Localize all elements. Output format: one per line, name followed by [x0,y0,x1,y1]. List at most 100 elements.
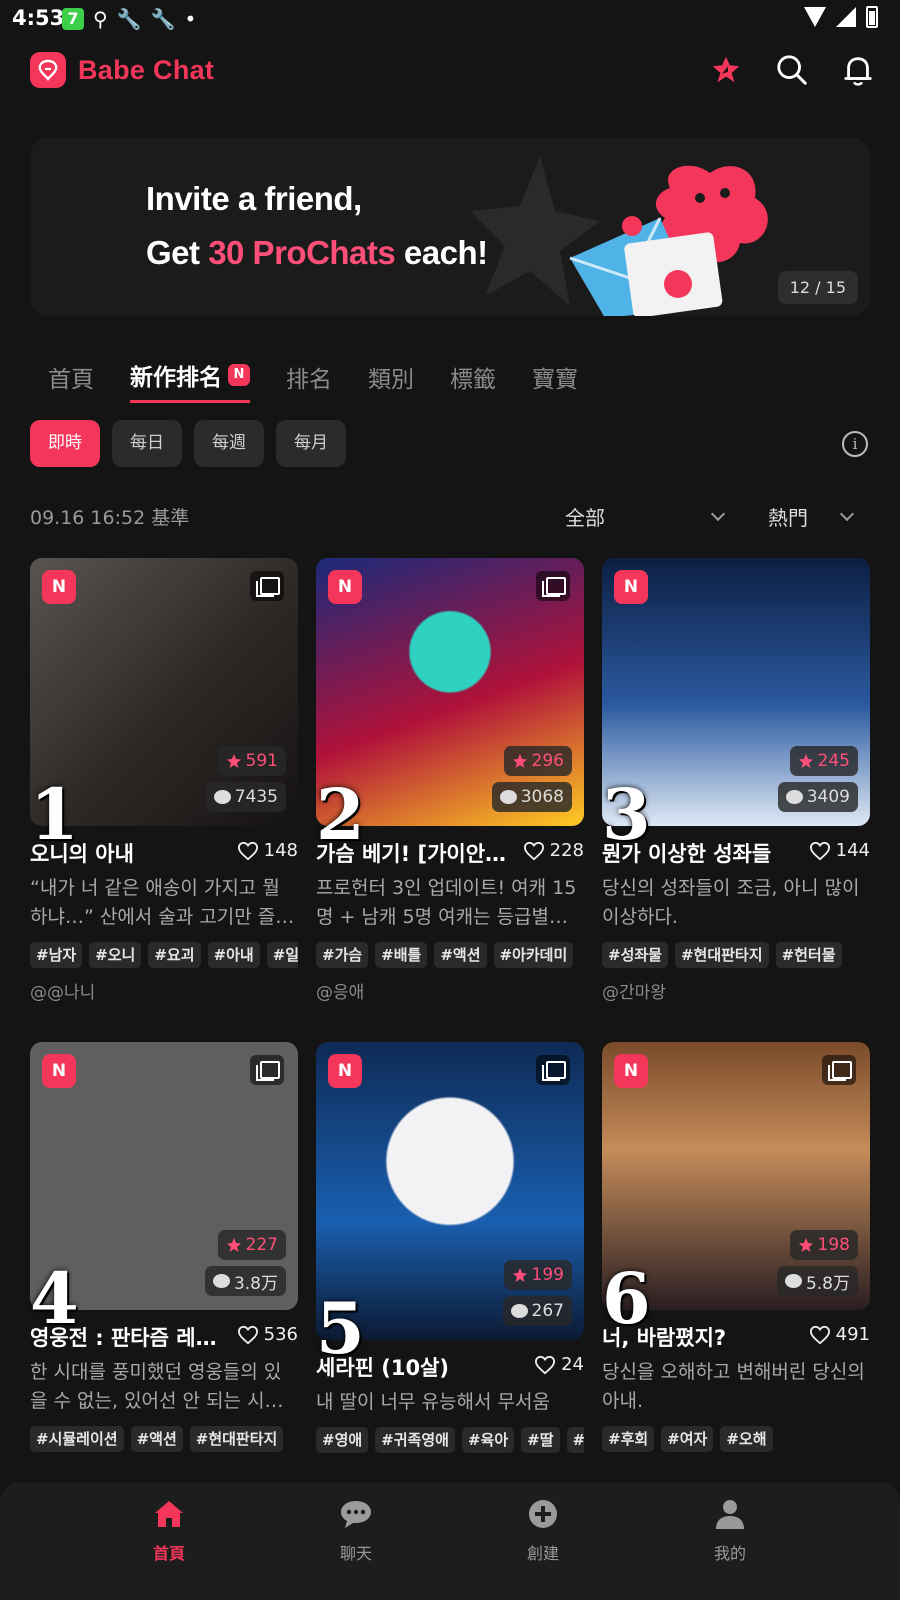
like-count[interactable]: 228 [523,840,584,861]
nav-chat[interactable]: 聊天 [296,1498,416,1564]
like-count[interactable]: 536 [237,1324,298,1345]
tag[interactable]: #액션 [130,1426,183,1452]
promo-banner[interactable]: Invite a friend, Get 30 ProChats each! 1… [30,138,870,316]
app-logo[interactable]: Babe Chat [30,52,214,88]
prochat-icon [798,754,813,768]
comment-count-value: 3.8万 [233,1273,278,1294]
tag[interactable]: #가슴 [316,942,369,968]
tag-list: #성좌물 #현대판타지 #헌터물 [602,942,870,968]
gallery-icon [250,571,284,601]
filter-weekly-button[interactable]: 每週 [194,420,264,467]
prochat-count-value: 245 [817,751,850,771]
prochat-count: 199 [503,1260,572,1290]
comment-count: 3.8万 [204,1266,286,1296]
filter-realtime-button[interactable]: 即時 [30,420,100,467]
card-author[interactable]: @@나니 [30,978,298,1003]
comment-icon [784,1274,802,1288]
tag[interactable]: # [566,1427,584,1453]
new-badge: N [42,1054,76,1088]
character-card[interactable]: N 198 5.8万 6 너, 바람폈지? 491 당신을 오해하고 변해버린 당… [602,1042,870,1452]
tag[interactable]: #귀족영애 [375,1427,455,1453]
card-author[interactable]: @응애 [316,978,584,1003]
tag[interactable]: #현대판타지 [674,942,769,968]
tag[interactable]: #액션 [434,942,487,968]
nav-home[interactable]: 首頁 [109,1498,229,1564]
banner-subline-post: each! [395,234,488,271]
status-time: 4:53 [12,6,65,30]
nav-profile[interactable]: 我的 [670,1498,790,1564]
tag[interactable]: #딸 [521,1427,560,1453]
character-card[interactable]: N 227 3.8万 4 영웅전 : 판타즘 레… 536 한 시대를 풍미했던 … [30,1042,298,1452]
comment-count: 3068 [491,782,572,812]
tag[interactable]: #오니 [89,942,142,968]
comment-count-value: 5.8万 [805,1273,850,1294]
gallery-icon [822,1055,856,1085]
card-title: 가슴 베기! [가이안… [316,842,507,866]
tab-baby[interactable]: 寶寶 [532,358,578,403]
bell-icon[interactable] [841,52,875,88]
card-description: 당신의 성좌들이 조금, 아니 많이 이상하다. [602,877,860,928]
tag[interactable]: #배틀 [375,942,428,968]
tag[interactable]: #오해 [720,1426,773,1452]
heart-icon [809,1325,830,1344]
prochat-count: 591 [217,746,286,776]
tag[interactable]: #영애 [316,1427,369,1453]
tag[interactable]: #여자 [661,1426,714,1452]
character-card[interactable]: N 296 3068 2 가슴 베기! [가이안… 228 프로헌터 3인 업데이… [316,558,584,1003]
filter-monthly-button[interactable]: 每月 [276,420,346,467]
prochat-icon [226,754,241,768]
search-icon[interactable] [775,52,809,88]
nav-label: 聊天 [339,1544,372,1563]
tag[interactable]: #헌터물 [775,942,842,968]
keyhole-icon: ⚲ [93,7,108,31]
tab-ranking[interactable]: 排名 [286,358,332,403]
card-description: 한 시대를 풍미했던 영웅들의 있을 수 없는, 있어선 안 되는 시… [30,1361,284,1412]
period-filters: 即時 每日 每週 每月 [30,420,346,467]
scope-dropdown[interactable]: 全部 [565,502,726,531]
tag[interactable]: #아카데미 [493,942,574,968]
tag[interactable]: #후회 [602,1426,655,1452]
like-count[interactable]: 144 [809,840,870,861]
like-count-value: 536 [263,1324,298,1345]
sort-dropdown[interactable]: 熱門 [768,502,855,531]
info-icon[interactable]: i [842,431,868,457]
filter-daily-button[interactable]: 每日 [112,420,182,467]
new-badge: N [328,570,362,604]
gallery-icon [536,571,570,601]
nav-create[interactable]: 創建 [483,1498,603,1564]
tab-new-ranking[interactable]: 新作排名 N [130,358,250,403]
wifi-icon [804,7,826,27]
gallery-icon [250,1055,284,1085]
tag[interactable]: #성좌물 [602,942,668,968]
like-count[interactable]: 24 [534,1354,584,1375]
tag[interactable]: #남자 [30,942,83,968]
like-count[interactable]: 491 [809,1324,870,1345]
character-card[interactable]: N 199 267 5 세라핀 (10살) 24 내 딸이 너무 유능해서 무서움… [316,1042,584,1453]
comment-icon [510,1304,528,1318]
character-card[interactable]: N 591 7435 1 오니의 아내 148 “내가 너 같은 애송이 가지고 … [30,558,298,1003]
tag[interactable]: #시뮬레이션 [30,1426,124,1452]
tag[interactable]: #육아 [461,1427,515,1453]
tag[interactable]: #요괴 [148,942,201,968]
tab-home[interactable]: 首頁 [48,358,94,403]
tag[interactable]: #일 [266,942,298,968]
prochat-count: 296 [503,746,572,776]
prochat-star-icon[interactable] [709,52,743,88]
card-title: 너, 바람폈지? [602,1326,727,1350]
tag[interactable]: #현대판타지 [189,1426,284,1452]
character-card[interactable]: N 245 3409 3 뭔가 이상한 성좌들 144 당신의 성좌들이 조금, … [602,558,870,1003]
card-author[interactable]: @간마왕 [602,978,870,1003]
scope-dropdown-value: 全部 [565,506,605,530]
signal-icon [836,7,856,27]
tab-label: 排名 [286,366,332,393]
card-description: 당신을 오해하고 변해버린 당신의 아내. [602,1361,865,1412]
wrench-icon: 🔧 [116,7,142,31]
tab-tags[interactable]: 標籤 [450,358,496,403]
prochat-icon [512,1268,527,1282]
like-count[interactable]: 148 [237,840,298,861]
tag[interactable]: #아내 [207,942,260,968]
chevron-down-icon [710,506,726,521]
prochat-icon [512,754,527,768]
banner-pager: 12 / 15 [777,271,858,304]
tab-category[interactable]: 類別 [368,358,414,403]
